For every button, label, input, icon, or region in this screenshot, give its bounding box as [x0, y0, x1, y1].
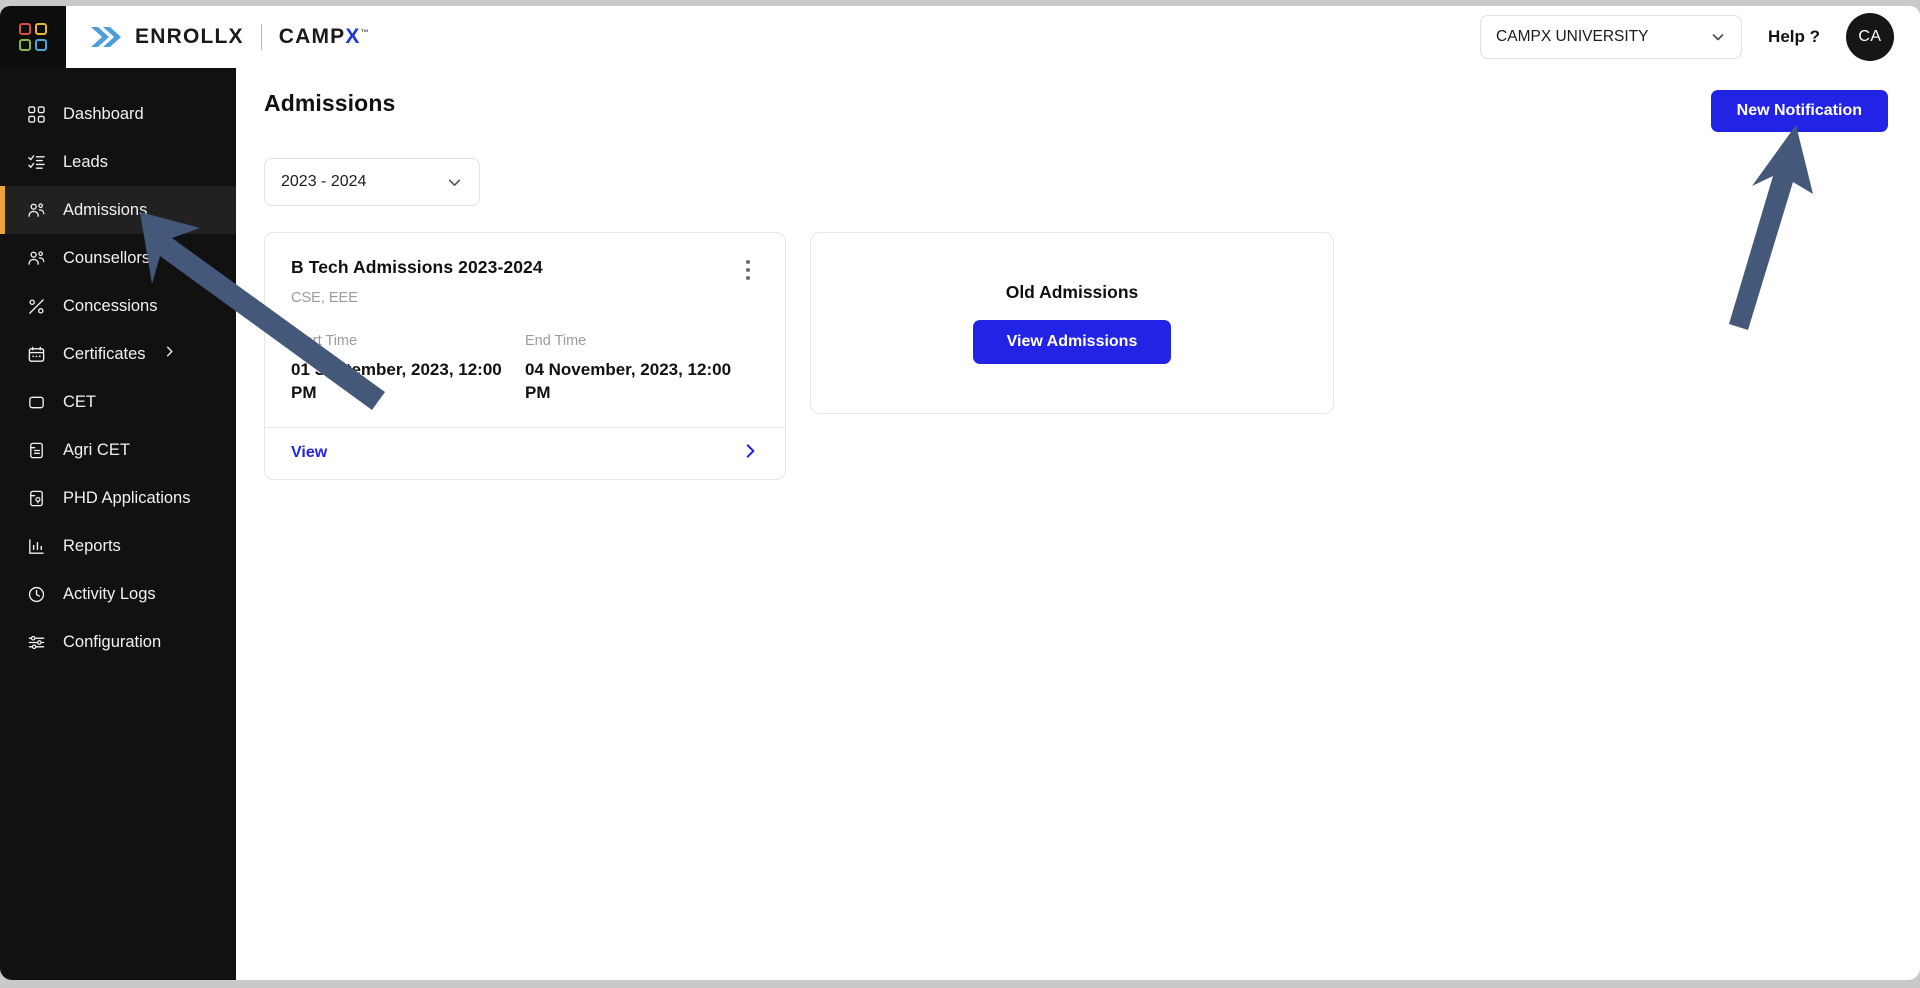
sidebar-item-cet[interactable]: CET — [0, 378, 236, 426]
top-bar-right: CAMPX UNIVERSITY Help ? CA — [1480, 13, 1920, 61]
admission-card: B Tech Admissions 2023-2024 CSE, EEE Sta… — [264, 232, 786, 480]
sidebar-item-label: Agri CET — [63, 440, 130, 459]
sidebar-item-certificates[interactable]: Certificates — [0, 330, 236, 378]
sidebar-item-label: Activity Logs — [63, 584, 156, 603]
old-admissions-card: Old Admissions View Admissions — [810, 232, 1334, 414]
top-bar: ENROLLX CAMPX™ CAMPX UNIVERSITY Help ? C… — [0, 6, 1920, 68]
brand-campx-tm: ™ — [360, 28, 369, 37]
admission-card-body: B Tech Admissions 2023-2024 CSE, EEE Sta… — [265, 233, 785, 427]
sidebar-item-concessions[interactable]: Concessions — [0, 282, 236, 330]
organization-select-value: CAMPX UNIVERSITY — [1496, 28, 1649, 45]
kebab-menu-icon[interactable] — [737, 257, 759, 283]
sidebar-item-label: Configuration — [63, 632, 162, 651]
admissions-panels: B Tech Admissions 2023-2024 CSE, EEE Sta… — [264, 232, 1888, 480]
admission-card-subtitle: CSE, EEE — [291, 290, 358, 306]
list-check-icon — [26, 152, 47, 173]
start-time-block: Start Time 01 September, 2023, 12:00 PM — [291, 333, 525, 405]
page-title: Admissions — [264, 90, 396, 116]
sidebar-item-leads[interactable]: Leads — [0, 138, 236, 186]
percent-icon — [26, 296, 47, 317]
users-icon — [26, 248, 47, 269]
brand-logo[interactable]: ENROLLX CAMPX™ — [90, 24, 369, 50]
admission-card-header: B Tech Admissions 2023-2024 — [291, 257, 759, 283]
sidebar-item-label: Counsellors — [63, 248, 151, 267]
sidebar-item-counsellors[interactable]: Counsellors — [0, 234, 236, 282]
calendar-icon — [26, 344, 47, 365]
old-admissions-title: Old Admissions — [1005, 282, 1139, 302]
bar-chart-icon — [26, 536, 47, 557]
sliders-icon — [26, 632, 47, 653]
brand-divider — [260, 24, 262, 50]
view-link: View — [291, 444, 328, 462]
avatar[interactable]: CA — [1846, 13, 1894, 61]
view-admissions-button[interactable]: View Admissions — [972, 320, 1172, 364]
sidebar-item-dashboard[interactable]: Dashboard — [0, 90, 236, 138]
sidebar-item-agri-cet[interactable]: Agri CET — [0, 426, 236, 474]
chevron-right-icon — [741, 442, 759, 465]
sidebar-item-label: Admissions — [63, 200, 148, 219]
square-icon — [26, 392, 47, 413]
sidebar: Dashboard Leads Admissions Counsellors C… — [0, 68, 236, 980]
admission-card-title: B Tech Admissions 2023-2024 — [291, 257, 543, 277]
end-time-value: 04 November, 2023, 12:00 PM — [525, 360, 732, 403]
sidebar-item-activity-logs[interactable]: Activity Logs — [0, 570, 236, 618]
four-circles-grid-icon — [19, 23, 47, 51]
sidebar-item-label: CET — [63, 392, 96, 411]
sidebar-item-label: Concessions — [63, 296, 158, 315]
sidebar-item-label: PHD Applications — [63, 488, 191, 507]
sidebar-item-label: Reports — [63, 536, 121, 555]
sidebar-item-admissions[interactable]: Admissions — [0, 186, 236, 234]
page-header: Admissions New Notification — [264, 90, 1888, 132]
start-time-label: Start Time — [291, 333, 358, 349]
sidebar-item-label: Certificates — [63, 344, 146, 363]
main-content: Admissions New Notification 2023 - 2024 … — [236, 68, 1920, 980]
brand-enrollx-text: ENROLLX — [135, 25, 244, 48]
doc-lock-icon — [26, 488, 47, 509]
double-chevron-icon — [91, 27, 121, 47]
end-time-block: End Time 04 November, 2023, 12:00 PM — [525, 333, 759, 405]
academic-year-select[interactable]: 2023 - 2024 — [264, 158, 480, 206]
organization-select[interactable]: CAMPX UNIVERSITY — [1480, 15, 1743, 59]
help-link[interactable]: Help ? — [1768, 27, 1820, 47]
document-icon — [26, 440, 47, 461]
brand-campx-text: CAMPX™ — [279, 25, 369, 49]
admission-card-times: Start Time 01 September, 2023, 12:00 PM … — [291, 333, 759, 405]
sidebar-item-label: Dashboard — [63, 104, 144, 123]
grid-icon — [26, 104, 47, 125]
sidebar-item-label: Leads — [63, 152, 108, 171]
app-viewport: ENROLLX CAMPX™ CAMPX UNIVERSITY Help ? C… — [0, 0, 1920, 988]
chevron-down-icon — [1712, 34, 1724, 41]
chevron-down-icon — [448, 179, 461, 186]
start-time-value: 01 September, 2023, 12:00 PM — [291, 360, 502, 403]
sidebar-item-phd-applications[interactable]: PHD Applications — [0, 474, 236, 522]
brand-campx-x: X — [345, 25, 361, 48]
new-notification-button[interactable]: New Notification — [1710, 90, 1888, 132]
admission-card-view-row[interactable]: View — [265, 426, 785, 479]
users-icon — [26, 200, 47, 221]
sidebar-item-reports[interactable]: Reports — [0, 522, 236, 570]
chevron-right-icon — [162, 344, 177, 364]
clock-icon — [26, 584, 47, 605]
academic-year-value: 2023 - 2024 — [281, 173, 367, 190]
brand-campx-prefix: CAMP — [278, 25, 346, 48]
sidebar-item-configuration[interactable]: Configuration — [0, 618, 236, 666]
app-logo-tile[interactable] — [0, 6, 66, 68]
end-time-label: End Time — [525, 333, 587, 349]
